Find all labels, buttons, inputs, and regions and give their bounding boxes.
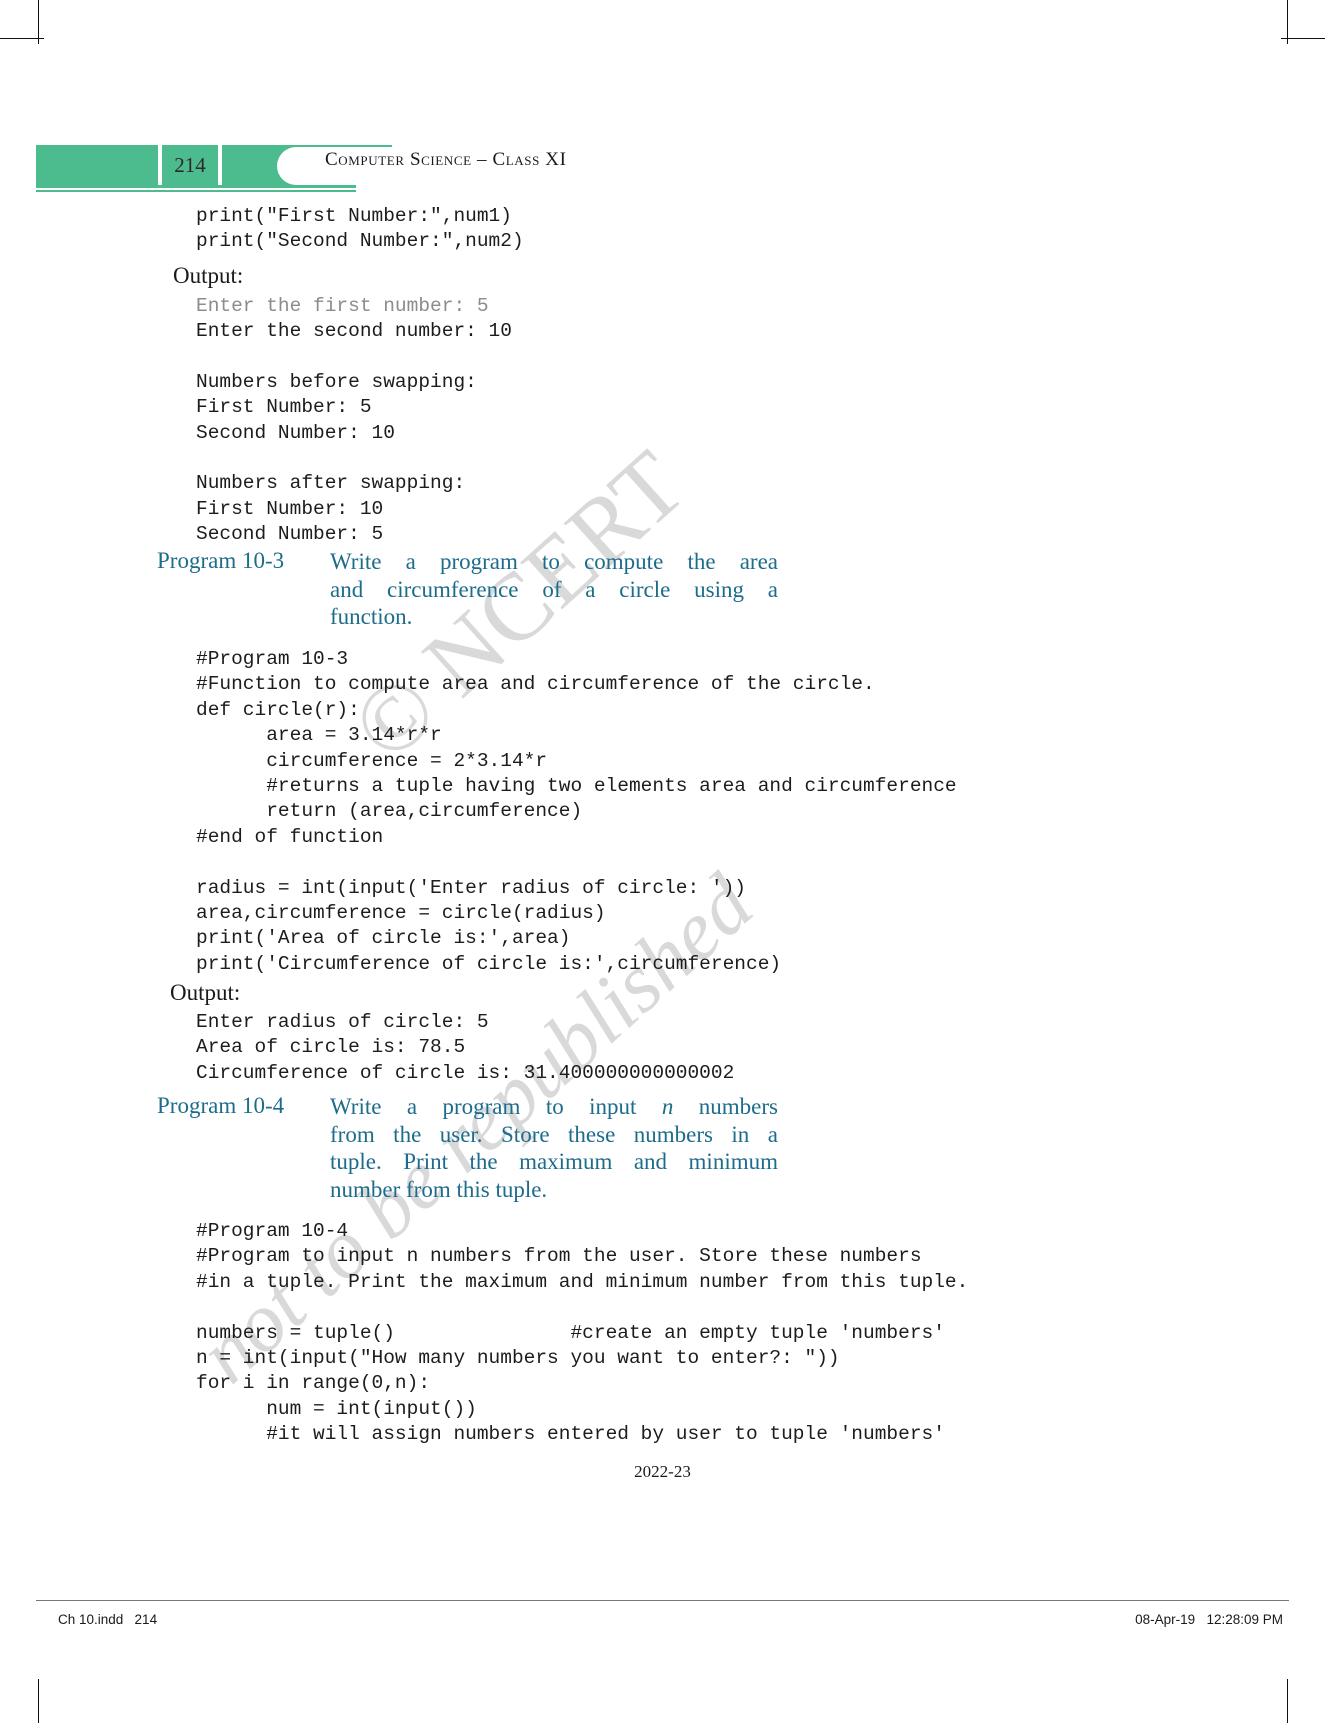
footer-timestamp: 08-Apr-19 12:28:09 PM bbox=[1135, 1612, 1283, 1627]
program-10-4-description: Write a program to input n numbers from … bbox=[330, 1093, 778, 1203]
program-10-4-desc-line-1-b: numbers bbox=[673, 1094, 778, 1119]
footer-rule bbox=[36, 1600, 1289, 1601]
output-label-1: Output: bbox=[173, 263, 244, 288]
program-10-4-number: Program 10-4 bbox=[157, 1093, 285, 1118]
program-10-3-desc-line-1: Write a program to compute the area bbox=[330, 549, 778, 574]
header-rule-thick bbox=[36, 185, 356, 188]
output-block-2: Enter radius of circle: 5 Area of circle… bbox=[196, 1011, 735, 1084]
code-block-10-4: #Program 10-4 #Program to input n number… bbox=[196, 1220, 969, 1446]
program-10-4-desc-line-4: number from this tuple. bbox=[330, 1176, 548, 1202]
program-10-4-variable-n: n bbox=[661, 1094, 674, 1119]
program-10-4-desc-line-1-a: Write a program to input bbox=[330, 1094, 662, 1119]
code-block-top: print("First Number:",num1) print("Secon… bbox=[196, 205, 524, 253]
footer-file-info: Ch 10.indd 214 bbox=[58, 1612, 158, 1627]
page-header: 214 Computer Science – Class XI bbox=[36, 145, 1289, 189]
crop-mark-top-left-h bbox=[0, 38, 44, 39]
output-block-1: Enter the second number: 10 Numbers befo… bbox=[196, 320, 512, 546]
crop-mark-bottom-right bbox=[1287, 1679, 1288, 1723]
output-label-2: Output: bbox=[170, 980, 241, 1005]
program-10-3-desc-line-2: and circumference of a circle using a bbox=[330, 576, 778, 602]
program-10-4-desc-line-1: Write a program to input n numbers bbox=[330, 1093, 778, 1121]
header-green-block-left bbox=[36, 145, 158, 185]
program-10-4-desc-line-2: from the user. Store these numbers in a bbox=[330, 1121, 778, 1147]
code-block-10-3: #Program 10-3 #Function to compute area … bbox=[196, 648, 957, 975]
page-number: 214 bbox=[174, 152, 206, 177]
crop-mark-bottom-left bbox=[38, 1679, 39, 1723]
program-10-3-desc-line-3: function. bbox=[330, 604, 413, 630]
program-10-3-number: Program 10-3 bbox=[157, 548, 285, 573]
program-10-3-description: Write a program to compute the area and … bbox=[330, 548, 778, 631]
crop-mark-top-right-h bbox=[1281, 38, 1325, 39]
header-title: Computer Science – Class XI bbox=[325, 149, 567, 170]
program-10-4-desc-line-3: tuple. Print the maximum and minimum bbox=[330, 1149, 778, 1175]
output-block-1-prompt: Enter the first number: 5 bbox=[196, 295, 489, 317]
header-rule-thin bbox=[36, 190, 356, 192]
textbook-page: © NCERT not to be republished 214 Comput… bbox=[0, 0, 1325, 1723]
edition-year: 2022-23 bbox=[634, 1462, 691, 1481]
